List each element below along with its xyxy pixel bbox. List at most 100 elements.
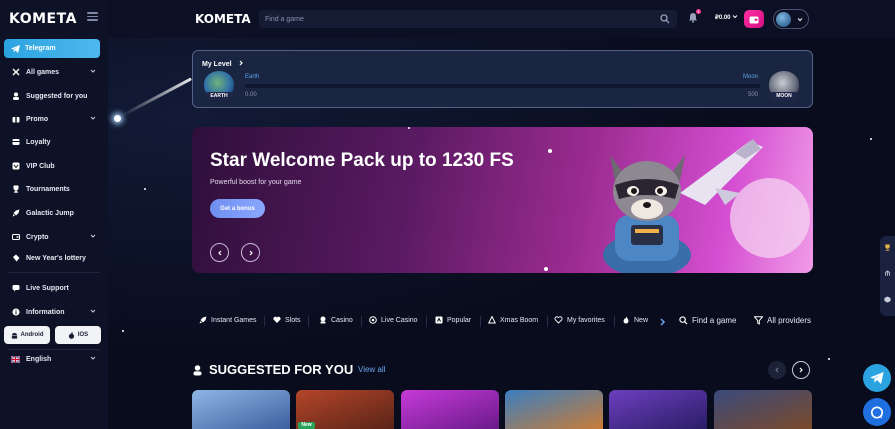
category-popular[interactable]: Popular	[435, 316, 471, 324]
level-title-text: My Level	[202, 61, 232, 68]
star	[544, 267, 548, 271]
star	[828, 358, 830, 360]
promo-banner[interactable]: Star Welcome Pack up to 1230 FS Powerful…	[192, 127, 813, 273]
language-selector[interactable]: English	[0, 349, 108, 369]
ios-label: IOS	[77, 332, 89, 338]
rocket-icon	[11, 209, 20, 218]
category-my-favorites[interactable]: My favorites	[554, 316, 605, 324]
chevron-down-icon	[90, 116, 96, 120]
chevron-right-icon[interactable]	[659, 318, 666, 326]
suggested-next-button[interactable]	[792, 361, 810, 379]
comet-head	[114, 115, 121, 122]
game-card-3[interactable]	[401, 390, 499, 429]
category-label: Popular	[447, 316, 472, 324]
search-icon[interactable]	[660, 14, 670, 24]
bank-icon[interactable]	[884, 270, 891, 277]
game-card-1[interactable]	[192, 390, 290, 429]
top-logo[interactable]: KOMETA	[195, 12, 251, 26]
search-placeholder: Find a game	[265, 15, 304, 23]
game-card-6[interactable]	[714, 390, 812, 429]
carousel-next-button[interactable]	[241, 243, 260, 262]
sidebar-item-galactic-jump[interactable]: Galactic Jump	[0, 203, 108, 223]
level-min: 0.00	[245, 92, 257, 98]
telegram-label: Telegram	[25, 45, 56, 52]
view-all-link[interactable]: View all	[358, 365, 385, 374]
cube-icon[interactable]	[884, 296, 891, 303]
profile-menu[interactable]	[773, 9, 809, 29]
suggested-prev-button[interactable]	[768, 361, 786, 379]
category-casino[interactable]: Casino	[319, 316, 353, 324]
chat-float-button[interactable]	[863, 398, 891, 426]
chevron-down-icon	[90, 356, 96, 360]
section-title-text: SUGGESTED FOR YOU	[209, 362, 354, 377]
ticket-icon	[11, 254, 20, 263]
chevron-left-icon	[775, 367, 779, 373]
person-icon	[11, 92, 20, 101]
category-live-casino[interactable]: Live Casino	[369, 316, 418, 324]
popular-icon	[435, 316, 443, 324]
star	[548, 149, 552, 153]
trophy-icon[interactable]	[884, 244, 891, 251]
game-card-4[interactable]	[505, 390, 603, 429]
star	[408, 127, 410, 129]
moon-badge: MOON	[771, 92, 797, 100]
logo[interactable]: KOMETA	[9, 11, 77, 27]
sidebar-item-live-support[interactable]: Live Support	[0, 278, 108, 298]
sidebar-item-all-games[interactable]: All games	[0, 62, 108, 82]
get-bonus-button[interactable]: Get a bonus	[210, 199, 265, 218]
x-icon	[11, 68, 20, 77]
sidebar-item-crypto[interactable]: Crypto	[0, 227, 108, 247]
notifications-button[interactable]: 1	[688, 9, 701, 25]
search-input[interactable]: Find a game	[259, 10, 677, 28]
category-label: Casino	[331, 316, 353, 324]
sidebar-item-loyalty[interactable]: Loyalty	[0, 132, 108, 152]
sidebar-item-lottery[interactable]: New Year's lottery	[0, 248, 108, 268]
balance-selector[interactable]: ₽0.00	[715, 14, 738, 21]
sidebar-item-suggested[interactable]: Suggested for you	[0, 86, 108, 106]
chevron-down-icon	[90, 234, 96, 238]
category-new[interactable]: New	[622, 316, 648, 324]
category-xmas-boom[interactable]: Xmas Boom	[488, 316, 538, 324]
tree-icon	[488, 316, 496, 324]
carousel-prev-button[interactable]	[210, 243, 229, 262]
all-providers-label: All providers	[767, 316, 812, 325]
sidebar-item-promo[interactable]: Promo	[0, 109, 108, 129]
info-icon	[11, 308, 20, 317]
telegram-icon	[11, 44, 20, 53]
all-providers-button[interactable]: All providers	[754, 316, 811, 325]
sidebar-item-label: Suggested for you	[26, 92, 88, 100]
ios-button[interactable]: IOS	[55, 326, 101, 344]
crypto-icon	[11, 233, 20, 242]
category-slots[interactable]: Slots	[273, 316, 301, 324]
earth-planet: EARTH	[204, 71, 234, 100]
find-game-button[interactable]: Find a game	[679, 316, 736, 325]
favorite-icon	[554, 316, 563, 324]
my-level-panel[interactable]: My Level EARTH Earth Moon 0.00 500 MOON	[192, 50, 813, 108]
level-max: 500	[747, 92, 758, 98]
new-badge: New	[298, 422, 315, 429]
sidebar-item-vip-club[interactable]: VIP Club	[0, 156, 108, 176]
category-label: Slots	[285, 316, 301, 324]
level-progress-bar	[245, 84, 760, 88]
sidebar: KOMETA Telegram All games Suggested for …	[0, 0, 108, 429]
collapse-menu-icon[interactable]	[87, 12, 98, 21]
sidebar-item-label: Crypto	[26, 233, 49, 241]
game-card-5[interactable]	[609, 390, 707, 429]
android-button[interactable]: Android	[4, 326, 50, 344]
chevron-right-icon	[249, 250, 253, 255]
category-label: Instant Games	[211, 316, 257, 324]
banner-title: Star Welcome Pack up to 1230 FS	[210, 150, 514, 171]
sidebar-item-information[interactable]: Information	[0, 302, 108, 322]
telegram-button[interactable]: Telegram	[4, 39, 100, 58]
vip-icon	[11, 162, 20, 171]
deposit-button[interactable]	[744, 10, 764, 28]
sidebar-item-label: Promo	[26, 115, 49, 123]
telegram-float-button[interactable]	[863, 364, 891, 392]
earth-badge: EARTH	[206, 92, 232, 100]
level-title[interactable]: My Level	[202, 60, 244, 68]
game-card-2[interactable]: New	[296, 390, 394, 429]
chevron-left-icon	[217, 250, 221, 255]
loyalty-icon	[11, 138, 20, 147]
category-instant-games[interactable]: Instant Games	[199, 316, 257, 324]
sidebar-item-tournaments[interactable]: Tournaments	[0, 179, 108, 199]
